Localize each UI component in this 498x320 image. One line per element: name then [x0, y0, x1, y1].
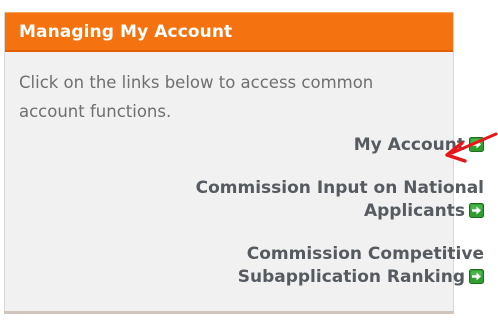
my-account-link[interactable]: My Account — [124, 134, 484, 157]
link-label-line-1: Commission Competitive — [246, 244, 484, 264]
panel-header: Managing My Account — [5, 12, 453, 52]
commission-competitive-subapplication-ranking-link[interactable]: Commission Competitive Subapplication Ra… — [124, 243, 484, 289]
green-arrow-right-icon — [469, 269, 484, 284]
account-links: My Account Commission Input on National … — [124, 134, 484, 289]
panel-intro-text: Click on the links below to access commo… — [19, 73, 374, 121]
red-pointer-arrow-icon — [445, 132, 498, 163]
link-label-line-2: Applicants — [363, 201, 465, 221]
link-label-line-1: Commission Input on National — [195, 178, 484, 198]
panel-bottom-border — [4, 311, 454, 314]
panel-title: Managing My Account — [19, 21, 233, 42]
commission-input-national-applicants-link[interactable]: Commission Input on National Applicants — [124, 177, 484, 223]
green-arrow-right-icon — [469, 203, 484, 218]
link-label-line-2: Subapplication Ranking — [237, 267, 465, 287]
